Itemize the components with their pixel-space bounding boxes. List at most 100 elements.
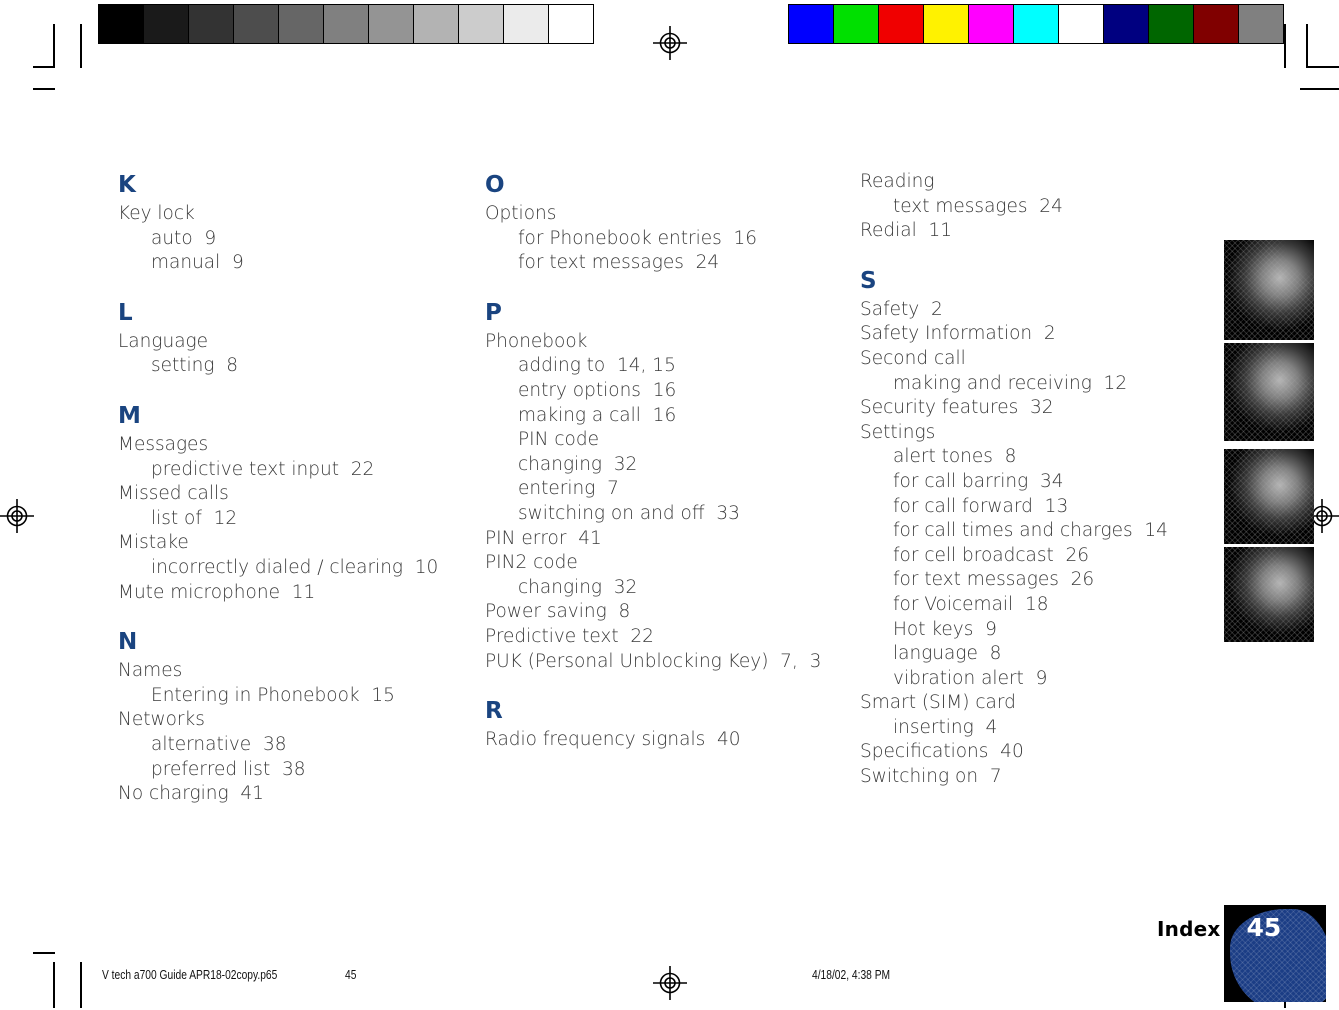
index-letter-heading: P <box>485 299 503 326</box>
halftone-test-image-4 <box>1224 547 1314 642</box>
crop-mark-top-right-vertical-inner <box>1306 24 1308 68</box>
calibration-swatch <box>924 5 969 43</box>
index-entry: Messages <box>118 433 209 455</box>
index-entry: Mute microphone 11 <box>118 581 316 603</box>
index-subentry: for Phonebook entries 16 <box>518 227 758 249</box>
index-subentry: for text messages 24 <box>518 252 720 274</box>
halftone-test-image-2 <box>1224 343 1314 441</box>
index-subentry: auto 9 <box>151 227 217 249</box>
crop-mark-top-left-vertical-inner <box>80 24 82 68</box>
index-entry: Settings <box>860 421 936 443</box>
calibration-swatch <box>1194 5 1239 43</box>
index-letter-heading: K <box>118 172 137 198</box>
index-subentry: manual 9 <box>151 252 244 274</box>
index-entry: Specifications 40 <box>860 741 1024 763</box>
calibration-swatch <box>144 5 189 43</box>
index-entry: PIN error 41 <box>485 527 602 549</box>
index-entry: Mistake <box>118 532 189 554</box>
index-entry: Predictive text 22 <box>485 625 654 647</box>
registration-mark-left-center <box>0 499 34 533</box>
index-subentry: changing 32 <box>518 453 638 475</box>
index-subentry: switching on and off 33 <box>518 502 740 524</box>
calibration-swatch <box>789 5 834 43</box>
crop-mark-top-right-horizontal-inner <box>1306 66 1339 68</box>
calibration-swatch <box>879 5 924 43</box>
calibration-swatch <box>1104 5 1149 43</box>
crop-mark-top-left-vertical-outer <box>53 24 55 68</box>
index-subentry: PIN code <box>518 429 599 451</box>
index-column-1: K Key lock auto 9 manual 9 L Language setting … <box>118 170 485 870</box>
index-subentry: for Voicemail 18 <box>893 593 1049 615</box>
crop-mark-top-right-horizontal-outer <box>1300 88 1339 90</box>
index-subentry: predictive text input 22 <box>151 458 375 480</box>
index-subentry: Hot keys 9 <box>893 618 997 640</box>
registration-mark-bottom-center <box>653 966 687 1000</box>
index-subentry: incorrectly dialed / clearing 10 <box>151 556 439 578</box>
section-label: Index <box>1157 917 1221 941</box>
grayscale-step-wedge <box>98 4 594 44</box>
calibration-swatch <box>834 5 879 43</box>
index-entry: Missed calls <box>118 483 229 505</box>
calibration-swatch <box>324 5 369 43</box>
calibration-swatch <box>189 5 234 43</box>
calibration-swatch <box>549 5 593 43</box>
index-subentry: for cell broadcast 26 <box>893 544 1090 566</box>
index-subentry: making and receiving 12 <box>893 372 1128 394</box>
calibration-swatch <box>99 5 144 43</box>
calibration-swatch <box>1239 5 1283 43</box>
crop-mark-top-left-horizontal-inner <box>33 88 55 90</box>
calibration-swatch <box>279 5 324 43</box>
calibration-swatch <box>459 5 504 43</box>
index-page-content: K Key lock auto 9 manual 9 L Language setting … <box>118 170 1208 870</box>
index-entry: Networks <box>118 709 205 731</box>
index-subentry: entry options 16 <box>518 379 677 401</box>
index-entry: Language <box>118 330 209 352</box>
calibration-swatch <box>1014 5 1059 43</box>
index-subentry: adding to 14, 15 <box>518 355 676 377</box>
index-letter-heading: O <box>485 172 505 198</box>
calibration-swatch <box>1149 5 1194 43</box>
index-column-2: O Options for Phonebook entries 16 for text… <box>485 170 860 870</box>
index-entry: Redial 11 <box>860 220 953 242</box>
registration-mark-top-center <box>653 26 687 60</box>
page-number-block: 45 <box>1224 905 1327 1002</box>
index-subentry: for text messages 26 <box>893 569 1095 591</box>
crop-mark-bottom-left-vertical-outer <box>53 962 55 1008</box>
color-control-bar <box>788 4 1284 44</box>
index-subentry: alert tones 8 <box>893 446 1017 468</box>
page-number: 45 <box>1246 913 1282 942</box>
index-subentry: inserting 4 <box>893 716 998 738</box>
index-subentry: text messages 24 <box>893 195 1063 217</box>
index-entry: Power saving 8 <box>485 601 631 623</box>
calibration-swatch <box>1059 5 1104 43</box>
index-entry: Safety Information 2 <box>860 323 1056 345</box>
index-subentry: making a call 16 <box>518 404 677 426</box>
halftone-test-image-3 <box>1224 449 1314 544</box>
index-letter-heading: S <box>860 267 877 294</box>
index-subentry: for call forward 13 <box>893 495 1069 517</box>
index-subentry: setting 8 <box>151 355 239 377</box>
index-subentry: preferred list 38 <box>151 758 306 780</box>
crop-mark-top-left-horizontal-outer <box>33 66 55 68</box>
index-subentry: for call times and charges 14 <box>893 520 1168 542</box>
index-entry: Key lock <box>118 203 195 224</box>
crop-mark-bottom-left-vertical-inner <box>80 962 82 1008</box>
index-letter-heading: M <box>118 402 142 429</box>
crop-mark-top-right-vertical-outer <box>1284 24 1286 68</box>
printer-slug-filename: V tech a700 Guide APR18-02copy.p65 <box>102 968 278 982</box>
halftone-test-strip-group <box>1224 240 1314 645</box>
crop-mark-bottom-left-horizontal-outer <box>33 952 55 954</box>
index-entry: Switching on 7 <box>860 766 1002 788</box>
index-entry: Safety 2 <box>860 298 943 320</box>
index-subentry: changing 32 <box>518 576 638 598</box>
index-entry: No charging 41 <box>118 783 264 805</box>
index-subentry: alternative 38 <box>151 733 287 755</box>
index-entry: PIN2 code <box>485 552 578 574</box>
index-subentry: for call barring 34 <box>893 470 1064 492</box>
index-entry: Options <box>485 203 557 224</box>
page-footer-badge: Index 45 <box>1157 905 1327 1002</box>
index-letter-heading: N <box>118 629 138 656</box>
index-letter-heading: R <box>485 698 504 725</box>
index-subentry: entering 7 <box>518 478 619 500</box>
printer-slug-timestamp: 4/18/02, 4:38 PM <box>812 968 891 982</box>
